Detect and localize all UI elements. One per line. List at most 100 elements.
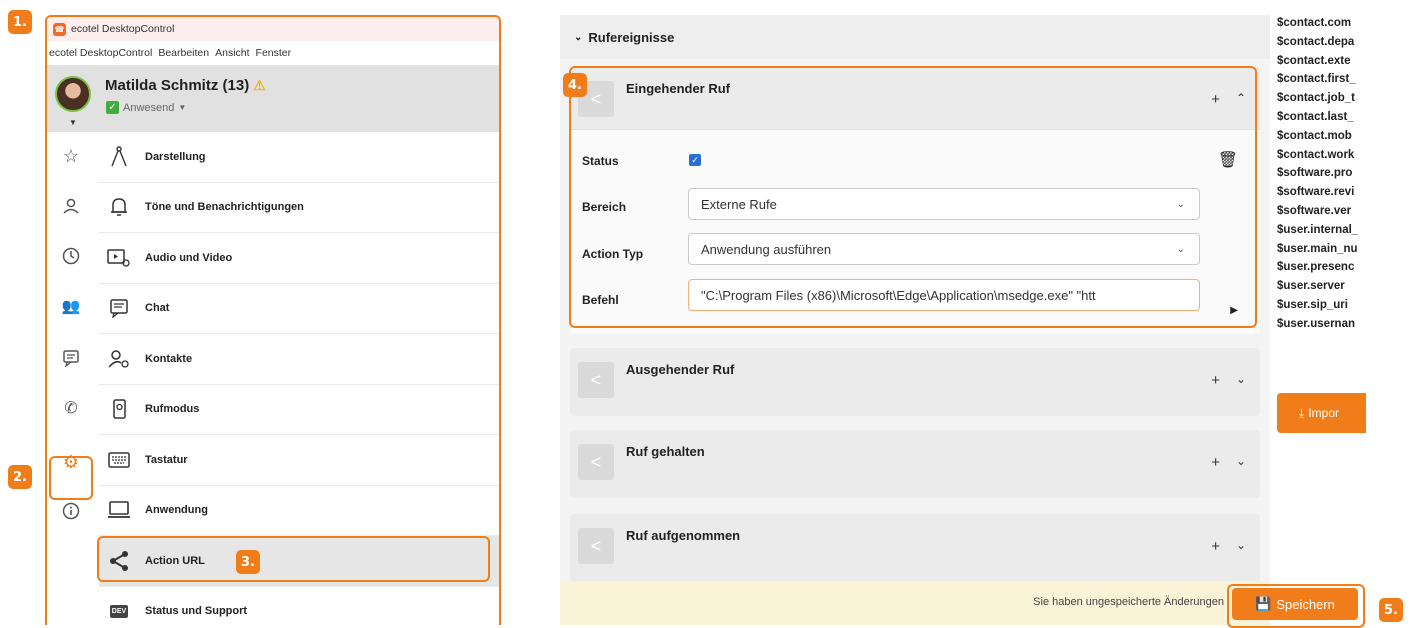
action-typ-select[interactable]: Anwendung ausführen ⌄ [688, 233, 1200, 265]
setting-darstellung[interactable]: Darstellung [99, 132, 499, 183]
variable-item[interactable]: $contact.work [1277, 149, 1366, 168]
menu-item-app[interactable]: ecotel DesktopControl [49, 47, 152, 59]
variable-item[interactable]: $contact.first_ [1277, 73, 1366, 92]
share-icon: < [578, 362, 614, 398]
event-ausgehender-ruf: < Ausgehender Ruf + ⌄ [570, 348, 1260, 416]
setting-label: Anwendung [145, 504, 208, 517]
menu-item-view[interactable]: Ansicht [215, 47, 249, 59]
add-icon[interactable]: + [1211, 454, 1220, 471]
setting-anwendung[interactable]: Anwendung [99, 486, 499, 536]
variable-item[interactable]: $contact.depa [1277, 36, 1366, 55]
variable-item[interactable]: $contact.mob [1277, 130, 1366, 149]
chevron-down-icon[interactable]: ⌄ [1236, 538, 1246, 552]
event-header[interactable]: < Ruf aufgenommen + ⌄ [570, 514, 1260, 576]
settings-window: ☎ ecotel DesktopControl ecotel DesktopCo… [45, 15, 501, 625]
unsaved-text: Sie haben ungespeicherte Änderungen [1033, 596, 1224, 608]
menu-item-edit[interactable]: Bearbeiten [158, 47, 209, 59]
import-button[interactable]: ⤓ Impor [1277, 393, 1366, 433]
avatar[interactable] [55, 76, 91, 112]
trash-icon[interactable]: 🗑 [1218, 150, 1238, 170]
settings-list: Darstellung Töne und Benachrichtigungen … [99, 132, 499, 625]
variable-item[interactable]: $user.sip_uri [1277, 299, 1366, 318]
event-header[interactable]: < Ausgehender Ruf + ⌄ [570, 348, 1260, 410]
add-icon[interactable]: + [1211, 372, 1220, 389]
setting-chat[interactable]: Chat [99, 284, 499, 334]
setting-status-support[interactable]: DEV Status und Support [99, 587, 499, 626]
phone-icon[interactable]: ✆ [57, 394, 85, 422]
action-typ-value: Anwendung ausführen [701, 241, 832, 257]
setting-kontakte[interactable]: Kontakte [99, 334, 499, 385]
setting-audio-video[interactable]: Audio und Video [99, 233, 499, 284]
contacts-settings-icon [101, 349, 137, 369]
variable-item[interactable]: $contact.exte [1277, 55, 1366, 74]
bereich-select[interactable]: Externe Rufe ⌄ [688, 188, 1200, 220]
laptop-icon [101, 500, 137, 520]
setting-label: Darstellung [145, 150, 206, 163]
variable-list: $contact.com $contact.depa $contact.exte… [1277, 17, 1366, 337]
share-icon: < [578, 528, 614, 564]
save-button[interactable]: 💾 Speichern [1232, 588, 1358, 620]
chevron-down-icon: ⌄ [1176, 198, 1185, 210]
variable-item[interactable]: $software.revi [1277, 186, 1366, 205]
setting-label: Kontakte [145, 352, 193, 365]
setting-label: Action URL [145, 554, 205, 567]
add-icon[interactable]: + [1211, 538, 1220, 555]
chevron-down-icon: ▼ [178, 103, 187, 112]
bereich-label: Bereich [582, 200, 627, 214]
variable-item[interactable]: $software.pro [1277, 167, 1366, 186]
avatar-caret-icon[interactable]: ▼ [69, 118, 77, 127]
warning-icon: ⚠ [253, 77, 266, 93]
event-title: Ruf aufgenommen [626, 528, 741, 543]
variable-item[interactable]: $contact.last_ [1277, 111, 1366, 130]
action-url-panel: ⌄ Rufereignisse < Eingehender Ruf + ⌃ St… [560, 15, 1270, 625]
phone-mode-icon [101, 398, 137, 420]
section-rufereignisse[interactable]: ⌄ Rufereignisse [560, 15, 1270, 59]
callout-badge-2: 2. [8, 465, 32, 489]
section-title: Rufereignisse [588, 29, 675, 45]
play-icon[interactable]: ▶ [1230, 305, 1238, 316]
variable-item[interactable]: $user.server [1277, 280, 1366, 299]
variable-item[interactable]: $user.usernan [1277, 318, 1366, 337]
message-icon[interactable] [57, 344, 85, 372]
chevron-down-icon: ⌄ [574, 31, 583, 43]
group-icon[interactable]: 👥 [57, 292, 85, 320]
share-icon: < [578, 444, 614, 480]
menu-item-window[interactable]: Fenster [256, 47, 292, 59]
setting-label: Rufmodus [145, 403, 200, 416]
befehl-input[interactable]: "C:\Program Files (x86)\Microsoft\Edge\A… [688, 279, 1200, 311]
callout-badge-5: 5. [1379, 598, 1403, 622]
profile-header: ▼ Matilda Schmitz (13) ⚠ ✓ Anwesend ▼ [47, 66, 499, 132]
variable-item[interactable]: $user.main_nu [1277, 243, 1366, 262]
setting-toene[interactable]: Töne und Benachrichtigungen [99, 183, 499, 233]
add-icon[interactable]: + [1211, 91, 1220, 108]
setting-tastatur[interactable]: Tastatur [99, 435, 499, 486]
event-header[interactable]: < Eingehender Ruf + ⌃ [570, 67, 1260, 129]
info-icon[interactable] [57, 497, 85, 525]
presence-label: Anwesend [123, 101, 175, 114]
user-icon[interactable] [57, 192, 85, 220]
presence-selector[interactable]: ✓ Anwesend ▼ [106, 101, 186, 114]
setting-label: Tastatur [145, 453, 188, 466]
event-header[interactable]: < Ruf gehalten + ⌄ [570, 430, 1260, 492]
bereich-value: Externe Rufe [701, 196, 777, 212]
event-ruf-aufgenommen: < Ruf aufgenommen + ⌄ [570, 514, 1260, 582]
chevron-down-icon[interactable]: ⌄ [1236, 372, 1246, 386]
clock-icon[interactable] [57, 242, 85, 270]
chevron-down-icon[interactable]: ⌄ [1236, 454, 1246, 468]
variable-item[interactable]: $user.presenc [1277, 261, 1366, 280]
chevron-up-icon[interactable]: ⌃ [1236, 91, 1246, 105]
gear-icon[interactable]: ⚙ [57, 448, 85, 476]
variable-item[interactable]: $contact.job_t [1277, 92, 1366, 111]
variable-item[interactable]: $contact.com [1277, 17, 1366, 36]
variable-item[interactable]: $software.ver [1277, 205, 1366, 224]
event-title: Ruf gehalten [626, 444, 705, 459]
setting-label: Status und Support [145, 605, 248, 618]
setting-action-url[interactable]: Action URL [99, 536, 499, 587]
star-icon[interactable]: ☆ [57, 142, 85, 170]
status-checkbox[interactable]: ✓ [689, 154, 701, 166]
callout-badge-1: 1. [8, 10, 32, 34]
setting-rufmodus[interactable]: Rufmodus [99, 385, 499, 435]
video-settings-icon [101, 248, 137, 268]
variable-item[interactable]: $user.internal_ [1277, 224, 1366, 243]
profile-name: Matilda Schmitz (13) ⚠ [105, 77, 266, 94]
